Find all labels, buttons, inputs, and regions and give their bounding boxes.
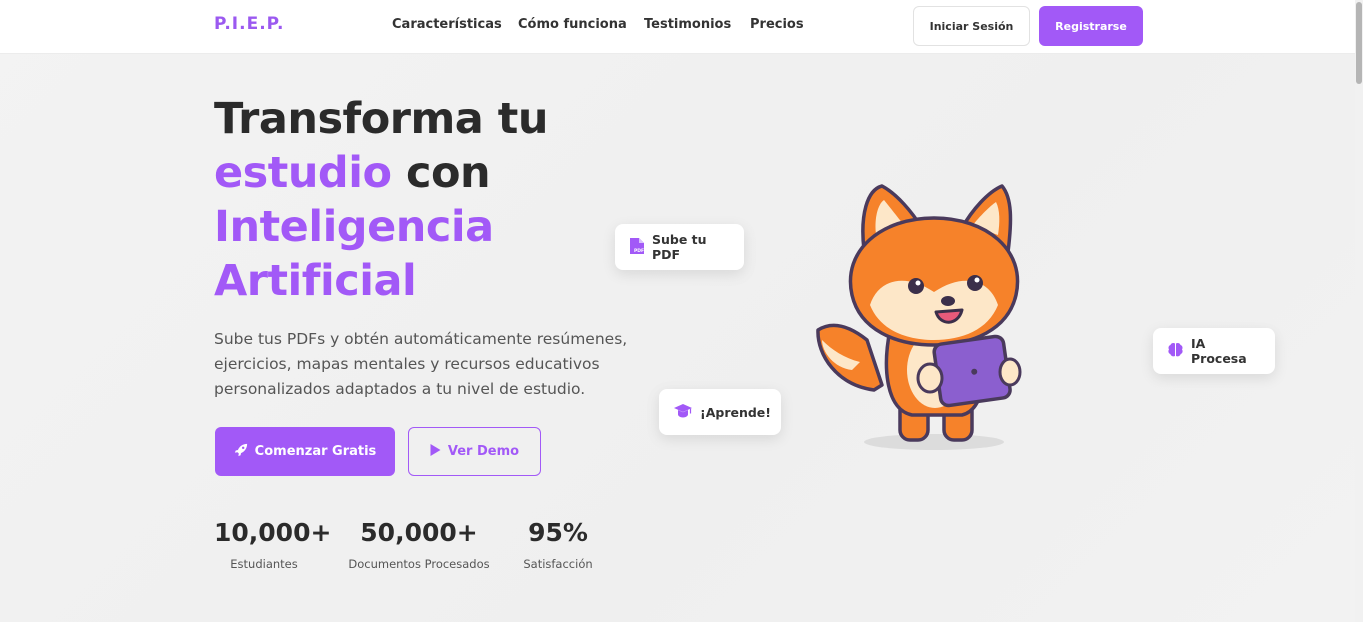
card-learn: ¡Aprende!: [659, 389, 781, 435]
rocket-icon: [234, 443, 248, 461]
fox-mascot-illustration: [816, 184, 1022, 450]
nav-link-precios[interactable]: Precios: [750, 17, 804, 32]
stat-students: 10,000+ Estudiantes: [214, 515, 332, 571]
brand-logo[interactable]: P.I.E.P.: [214, 14, 284, 34]
nav-link-caracteristicas[interactable]: Características: [392, 17, 502, 32]
brain-icon: [1167, 342, 1184, 361]
card-label: IA Procesa: [1191, 336, 1247, 366]
start-free-button[interactable]: Comenzar Gratis: [215, 427, 395, 476]
stat-label: Satisfacción: [523, 557, 593, 571]
stat-value: 95%: [528, 518, 588, 547]
headline-accent-artificial: Artificial: [214, 256, 417, 306]
hero-subtitle: Sube tus PDFs y obtén automáticamente re…: [214, 330, 628, 398]
pdf-file-icon: PDF: [629, 237, 645, 258]
headline-accent-estudio: estudio: [214, 148, 392, 198]
hero-headline: Transforma tu estudio con Inteligencia A…: [214, 92, 634, 308]
headline-con: con: [391, 148, 491, 198]
view-demo-label: Ver Demo: [447, 444, 520, 459]
page-scrollbar[interactable]: [1355, 0, 1363, 622]
stat-value: 10,000+: [214, 518, 332, 547]
play-icon: [430, 443, 441, 460]
stat-value: 50,000+: [360, 518, 478, 547]
login-button[interactable]: Iniciar Sesión: [913, 6, 1030, 46]
top-navbar: P.I.E.P. Características Cómo funciona T…: [0, 0, 1355, 54]
register-button[interactable]: Registrarse: [1039, 6, 1143, 46]
view-demo-button[interactable]: Ver Demo: [408, 427, 541, 476]
card-ai-process: IA Procesa: [1153, 328, 1275, 374]
stat-label: Estudiantes: [230, 557, 298, 571]
headline-accent-inteligencia: Inteligencia: [214, 202, 494, 252]
start-free-label: Comenzar Gratis: [254, 444, 377, 459]
card-label: ¡Aprende!: [700, 404, 771, 420]
nav-link-testimonios[interactable]: Testimonios: [644, 17, 731, 32]
graduation-cap-icon: [673, 403, 693, 422]
headline-line1: Transforma tu: [214, 94, 548, 144]
card-label: Sube tu PDF: [652, 232, 707, 262]
stat-satisfaction: 95% Satisfacción: [518, 515, 598, 571]
card-upload-pdf: PDF Sube tu PDF: [615, 224, 744, 270]
nav-link-como-funciona[interactable]: Cómo funciona: [518, 17, 627, 32]
scrollbar-thumb[interactable]: [1356, 2, 1362, 84]
stat-documents: 50,000+ Documentos Procesados: [344, 515, 494, 571]
stat-label: Documentos Procesados: [348, 557, 490, 571]
svg-text:PDF: PDF: [634, 248, 644, 254]
